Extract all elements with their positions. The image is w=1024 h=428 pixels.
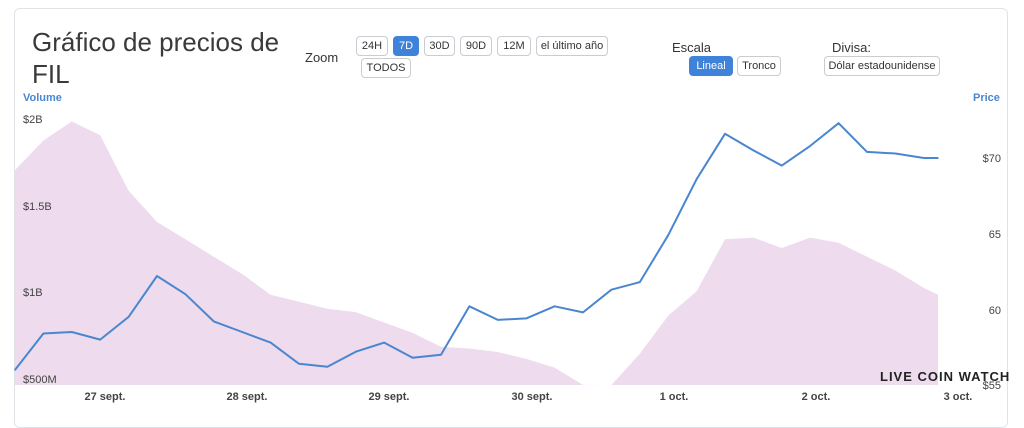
price-point — [184, 293, 187, 296]
x-axis-ticks: 27 sept. 28 sept. 29 sept. 30 sept. 1 oc… — [85, 391, 973, 403]
price-point — [724, 133, 726, 135]
x-tick-label: 3 oct. — [944, 391, 973, 403]
x-tick-label: 29 sept. — [369, 391, 410, 403]
price-point — [809, 145, 811, 147]
price-point — [937, 157, 939, 159]
price-point — [269, 341, 272, 344]
price-point — [553, 305, 556, 308]
price-point — [695, 178, 698, 180]
price-point — [923, 157, 925, 159]
price-point — [667, 234, 669, 236]
price-point — [71, 331, 73, 333]
price-point — [99, 338, 101, 341]
price-point — [383, 341, 386, 344]
price-point — [468, 305, 471, 308]
price-point — [497, 319, 499, 321]
price-point — [582, 311, 584, 314]
price-point — [241, 331, 243, 333]
y-right-tick-label: 65 — [989, 229, 1001, 241]
right-axis-ticks: $55 60 65 $70 — [983, 153, 1001, 392]
livecoinwatch-watermark: LIVE COIN WATCH — [880, 369, 1011, 384]
price-point — [866, 151, 868, 153]
price-point — [42, 332, 45, 335]
x-tick-label: 2 oct. — [802, 391, 831, 403]
price-volume-chart: $500M $1B $1.5B $2B $55 60 65 $70 27 sep… — [14, 114, 1001, 403]
price-point — [127, 316, 130, 318]
x-tick-label: 28 sept. — [227, 391, 268, 403]
price-point — [781, 164, 783, 167]
price-point — [411, 357, 414, 359]
price-point — [156, 275, 158, 277]
y-right-tick-label: 60 — [989, 305, 1001, 317]
y-right-tick-label: $70 — [983, 153, 1001, 165]
y-left-tick-label: $1B — [23, 287, 43, 299]
price-point — [298, 363, 300, 365]
volume-area — [15, 121, 938, 385]
price-point — [326, 366, 329, 368]
volume-area-layer — [15, 121, 938, 385]
y-left-tick-label: $1.5B — [23, 201, 52, 213]
x-tick-label: 27 sept. — [85, 391, 126, 403]
price-point — [213, 320, 215, 323]
price-point — [894, 152, 897, 155]
price-point — [440, 353, 442, 356]
x-tick-label: 30 sept. — [512, 391, 553, 403]
price-point — [525, 317, 527, 320]
x-tick-label: 1 oct. — [660, 391, 689, 403]
price-point — [837, 122, 840, 124]
price-point — [355, 350, 357, 353]
price-point — [639, 281, 641, 283]
y-left-tick-label: $2B — [23, 114, 43, 126]
price-point — [752, 149, 755, 152]
price-point — [14, 369, 16, 371]
price-point — [610, 288, 613, 291]
y-left-tick-label: $500M — [23, 374, 57, 386]
